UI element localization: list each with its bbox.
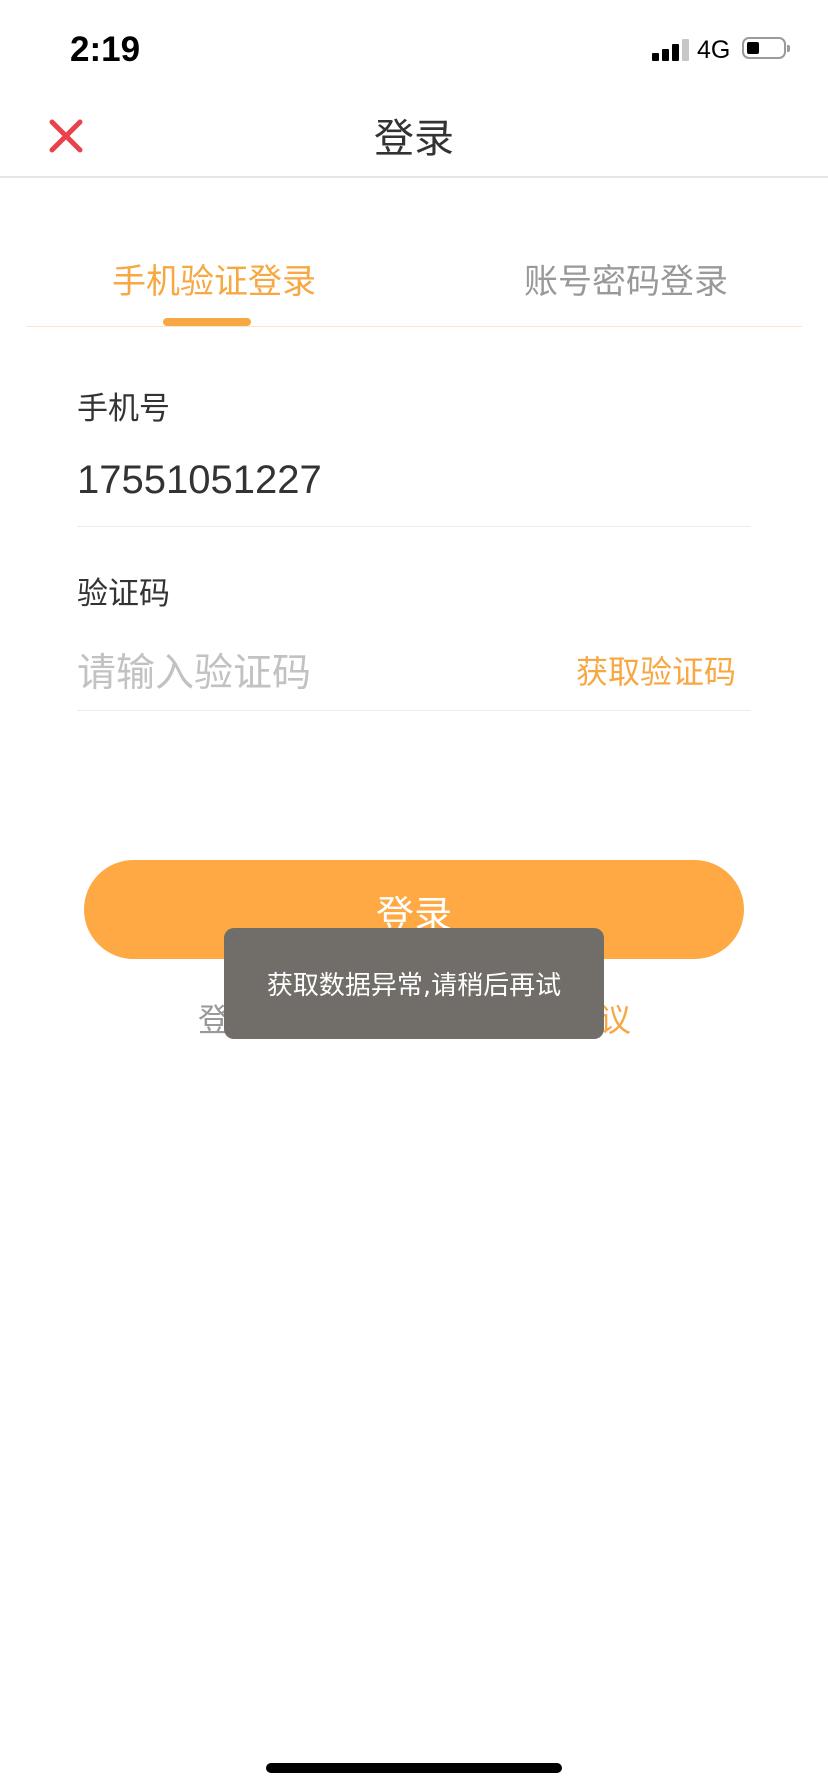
status-time: 2:19: [70, 30, 141, 69]
code-label: 验证码: [77, 576, 170, 612]
home-indicator[interactable]: [266, 1763, 562, 1773]
phone-divider: [77, 526, 751, 527]
signal-icon: [652, 39, 690, 61]
code-input[interactable]: 请输入验证码: [77, 642, 311, 698]
tab-phone-login[interactable]: 手机验证登录: [112, 254, 316, 303]
status-bar: 2:19 4G: [0, 0, 828, 100]
network-type: 4G: [697, 36, 731, 64]
tab-active-indicator: [163, 318, 251, 326]
page-title: 登录: [374, 116, 454, 162]
phone-label: 手机号: [77, 391, 170, 427]
login-tabs: 手机验证登录 账号密码登录: [26, 240, 802, 327]
get-code-button[interactable]: 获取验证码: [576, 647, 736, 693]
phone-input[interactable]: 17551051227: [77, 458, 322, 503]
error-toast: 获取数据异常,请稍后再试: [224, 928, 604, 1039]
code-divider: [77, 710, 751, 711]
nav-bar: 登录: [0, 100, 828, 178]
battery-icon: [742, 37, 790, 59]
tab-account-login[interactable]: 账号密码登录: [524, 254, 728, 303]
toast-message: 获取数据异常,请稍后再试: [266, 971, 562, 1001]
